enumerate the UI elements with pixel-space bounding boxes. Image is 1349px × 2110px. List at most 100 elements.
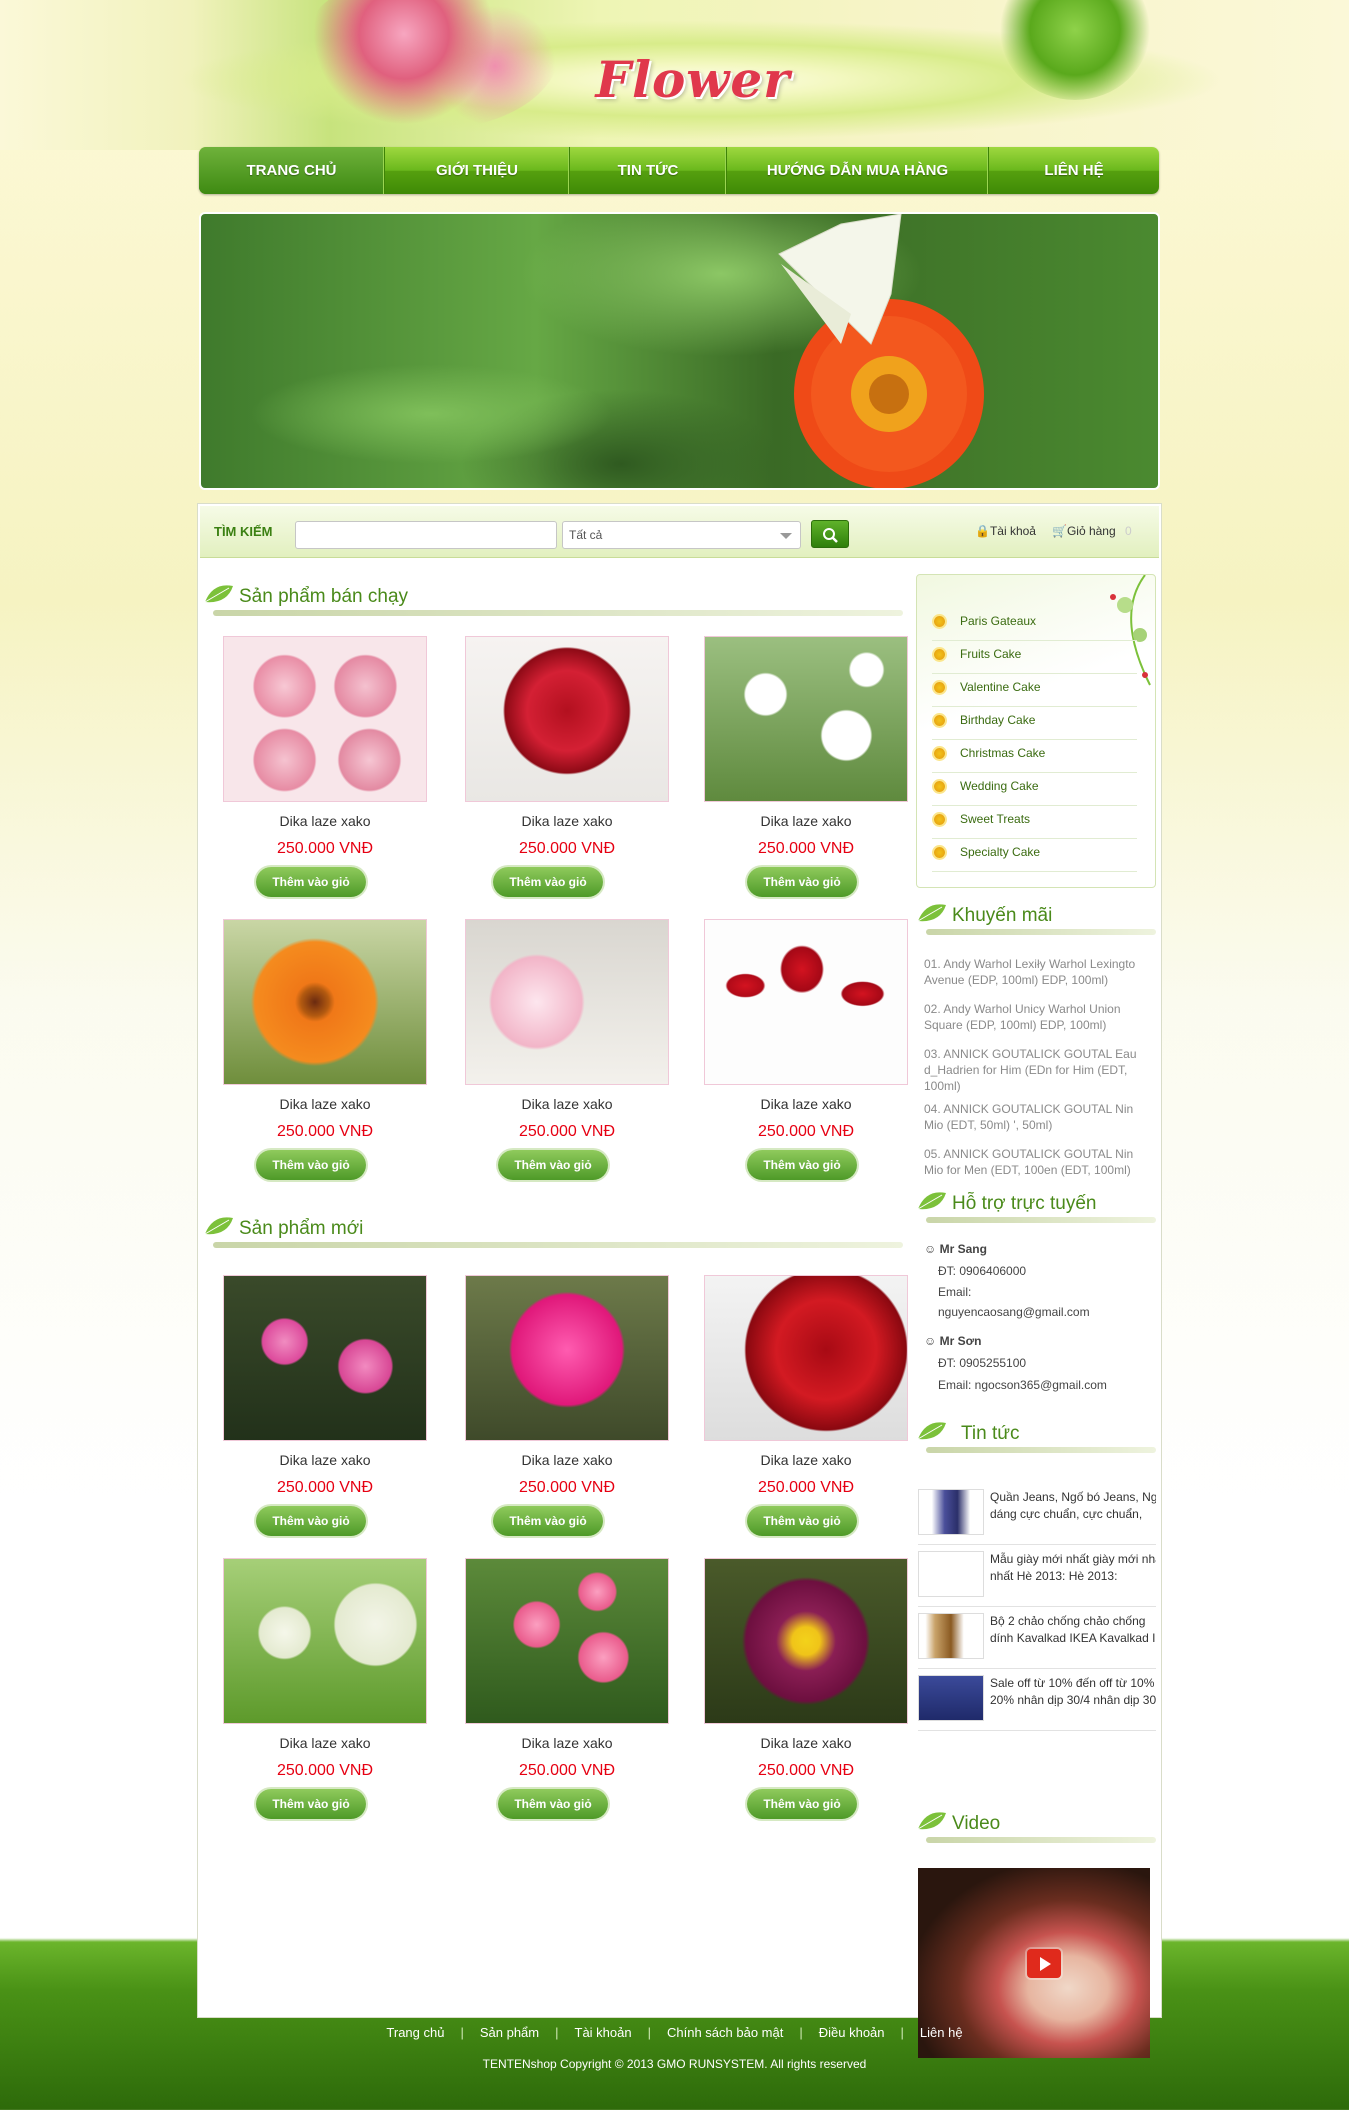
bestsellers-header: Sản phẩm bán chạy [203, 580, 903, 620]
account-link[interactable]: 🔒Tài khoả [975, 524, 1036, 538]
news-text[interactable]: Sale off từ 10% đến off từ 10% đ 20% nhân… [990, 1675, 1156, 1719]
support-person-1: ☺ Mr Sang [924, 1242, 987, 1256]
play-icon[interactable] [1027, 1949, 1061, 1978]
news-text[interactable]: Quần Jeans, Ngố bó Jeans, Ngố dáng cực ch… [990, 1489, 1156, 1533]
product-name[interactable]: Dika laze xako [208, 1735, 442, 1751]
search-input[interactable] [295, 521, 557, 549]
footer-link[interactable]: Sản phẩm [480, 2025, 539, 2040]
product-name[interactable]: Dika laze xako [450, 813, 684, 829]
news-item[interactable]: Sale off từ 10% đến off từ 10% đ 20% nhân… [918, 1675, 1156, 1731]
footer-link[interactable]: Trang chủ [386, 2025, 444, 2040]
cart-link[interactable]: 🛒Giỏ hàng 0 [1052, 524, 1132, 538]
news-text[interactable]: Mẫu giày mới nhất giày mới nhấ nhất Hè 20… [990, 1551, 1156, 1595]
nav-news[interactable]: TIN TỨC [570, 147, 727, 194]
product-price: 250.000 VNĐ [276, 1479, 374, 1496]
support-email-2[interactable]: Email: ngocson365@gmail.com [938, 1378, 1107, 1392]
site-logo[interactable]: Flower [0, 50, 1349, 109]
product-name[interactable]: Dika laze xako [689, 1452, 923, 1468]
category-item[interactable]: Birthday Cake [932, 707, 1137, 740]
product-name[interactable]: Dika laze xako [208, 1096, 442, 1112]
promotion-item[interactable]: 02. Andy Warhol Unicy Warhol Union Squar… [924, 1001, 1154, 1033]
add-to-cart-button[interactable]: Thêm vào giỏ [498, 1150, 608, 1180]
product-image[interactable] [465, 1558, 669, 1724]
add-to-cart-button[interactable]: Thêm vào giỏ [493, 867, 603, 897]
product-name[interactable]: Dika laze xako [689, 1096, 923, 1112]
support-name-2: Mr Sơn [939, 1334, 982, 1348]
flower-bullet-icon [934, 781, 945, 792]
product-name[interactable]: Dika laze xako [208, 1452, 442, 1468]
product-image[interactable] [223, 1558, 427, 1724]
product-name[interactable]: Dika laze xako [450, 1735, 684, 1751]
footer-link[interactable]: Liên hệ [920, 2025, 963, 2040]
hero-banner [199, 212, 1160, 490]
nav-contact[interactable]: LIÊN HỆ [989, 147, 1159, 194]
leaf-icon [917, 904, 946, 922]
news-thumbnail[interactable] [918, 1551, 984, 1597]
category-item[interactable]: Paris Gateaux [932, 608, 1137, 641]
add-to-cart-button[interactable]: Thêm vào giỏ [747, 867, 857, 897]
product-image[interactable] [223, 636, 427, 802]
product-image[interactable] [223, 1275, 427, 1441]
leaf-icon [917, 1422, 946, 1440]
nav-about[interactable]: GIỚI THIỆU [385, 147, 570, 194]
news-thumbnail[interactable] [918, 1675, 984, 1721]
category-select[interactable]: Tất cả [562, 521, 801, 549]
product-image[interactable] [704, 636, 908, 802]
news-item[interactable]: Mẫu giày mới nhất giày mới nhấ nhất Hè 20… [918, 1551, 1156, 1607]
separator: | [555, 2025, 559, 2040]
category-label: Birthday Cake [960, 713, 1036, 727]
nav-shopping-guide[interactable]: HƯỚNG DẪN MUA HÀNG [727, 147, 989, 194]
product-image[interactable] [704, 1275, 908, 1441]
add-to-cart-button[interactable]: Thêm vào giỏ [498, 1789, 608, 1819]
add-to-cart-button[interactable]: Thêm vào giỏ [256, 1150, 366, 1180]
product-image[interactable] [465, 919, 669, 1085]
product-name[interactable]: Dika laze xako [689, 1735, 923, 1751]
category-item[interactable]: Sweet Treats [932, 806, 1137, 839]
category-item[interactable]: Wedding Cake [932, 773, 1137, 806]
news-text[interactable]: Bộ 2 chảo chống chảo chống dính Kavalkad … [990, 1613, 1156, 1657]
add-to-cart-button[interactable]: Thêm vào giỏ [747, 1789, 857, 1819]
support-email-1[interactable]: nguyencaosang@gmail.com [938, 1305, 1090, 1319]
product-name[interactable]: Dika laze xako [450, 1452, 684, 1468]
search-button[interactable] [811, 520, 849, 548]
product-name[interactable]: Dika laze xako [208, 813, 442, 829]
support-title: Hỗ trợ trực tuyến [952, 1193, 1097, 1214]
category-label: Wedding Cake [960, 779, 1039, 793]
product-image[interactable] [223, 919, 427, 1085]
section-divider [213, 1242, 903, 1248]
footer-link[interactable]: Điều khoản [819, 2025, 885, 2040]
add-to-cart-button[interactable]: Thêm vào giỏ [747, 1506, 857, 1536]
promotion-item[interactable]: 03. ANNICK GOUTALICK GOUTAL Eau d_Hadrie… [924, 1046, 1154, 1094]
nav-home[interactable]: TRANG CHỦ [199, 147, 385, 194]
footer-link[interactable]: Tài khoản [575, 2025, 632, 2040]
add-to-cart-button[interactable]: Thêm vào giỏ [256, 1789, 366, 1819]
leaf-icon [917, 1812, 946, 1830]
news-thumbnail[interactable] [918, 1489, 984, 1535]
promotion-item[interactable]: 01. Andy Warhol Lexiły Warhol Lexingto A… [924, 956, 1154, 988]
news-thumbnail[interactable] [918, 1613, 984, 1659]
product-image[interactable] [465, 1275, 669, 1441]
smiley-icon: ☺ [924, 1242, 940, 1256]
leaf-icon [204, 585, 233, 603]
footer-link[interactable]: Chính sách bảo mật [667, 2025, 783, 2040]
product-image[interactable] [704, 919, 908, 1085]
news-item[interactable]: Quần Jeans, Ngố bó Jeans, Ngố dáng cực ch… [918, 1489, 1156, 1545]
add-to-cart-button[interactable]: Thêm vào giỏ [747, 1150, 857, 1180]
promotion-item[interactable]: 05. ANNICK GOUTALICK GOUTAL Nin Mio for … [924, 1146, 1154, 1178]
news-item[interactable]: Bộ 2 chảo chống chảo chống dính Kavalkad … [918, 1613, 1156, 1669]
add-to-cart-button[interactable]: Thêm vào giỏ [256, 1506, 366, 1536]
product-image[interactable] [465, 636, 669, 802]
category-item[interactable]: Specialty Cake [932, 839, 1137, 872]
add-to-cart-button[interactable]: Thêm vào giỏ [256, 867, 366, 897]
news-title: Tin tức [961, 1423, 1020, 1444]
product-name[interactable]: Dika laze xako [689, 813, 923, 829]
category-item[interactable]: Valentine Cake [932, 674, 1137, 707]
product-image[interactable] [704, 1558, 908, 1724]
product-name[interactable]: Dika laze xako [450, 1096, 684, 1112]
add-to-cart-button[interactable]: Thêm vào giỏ [493, 1506, 603, 1536]
lock-icon: 🔒 [975, 524, 990, 538]
support-header: Hỗ trợ trực tuyến [916, 1187, 1156, 1227]
category-item[interactable]: Christmas Cake [932, 740, 1137, 773]
promotion-item[interactable]: 04. ANNICK GOUTALICK GOUTAL Nin Mio (EDT… [924, 1101, 1154, 1133]
category-item[interactable]: Fruits Cake [932, 641, 1137, 674]
